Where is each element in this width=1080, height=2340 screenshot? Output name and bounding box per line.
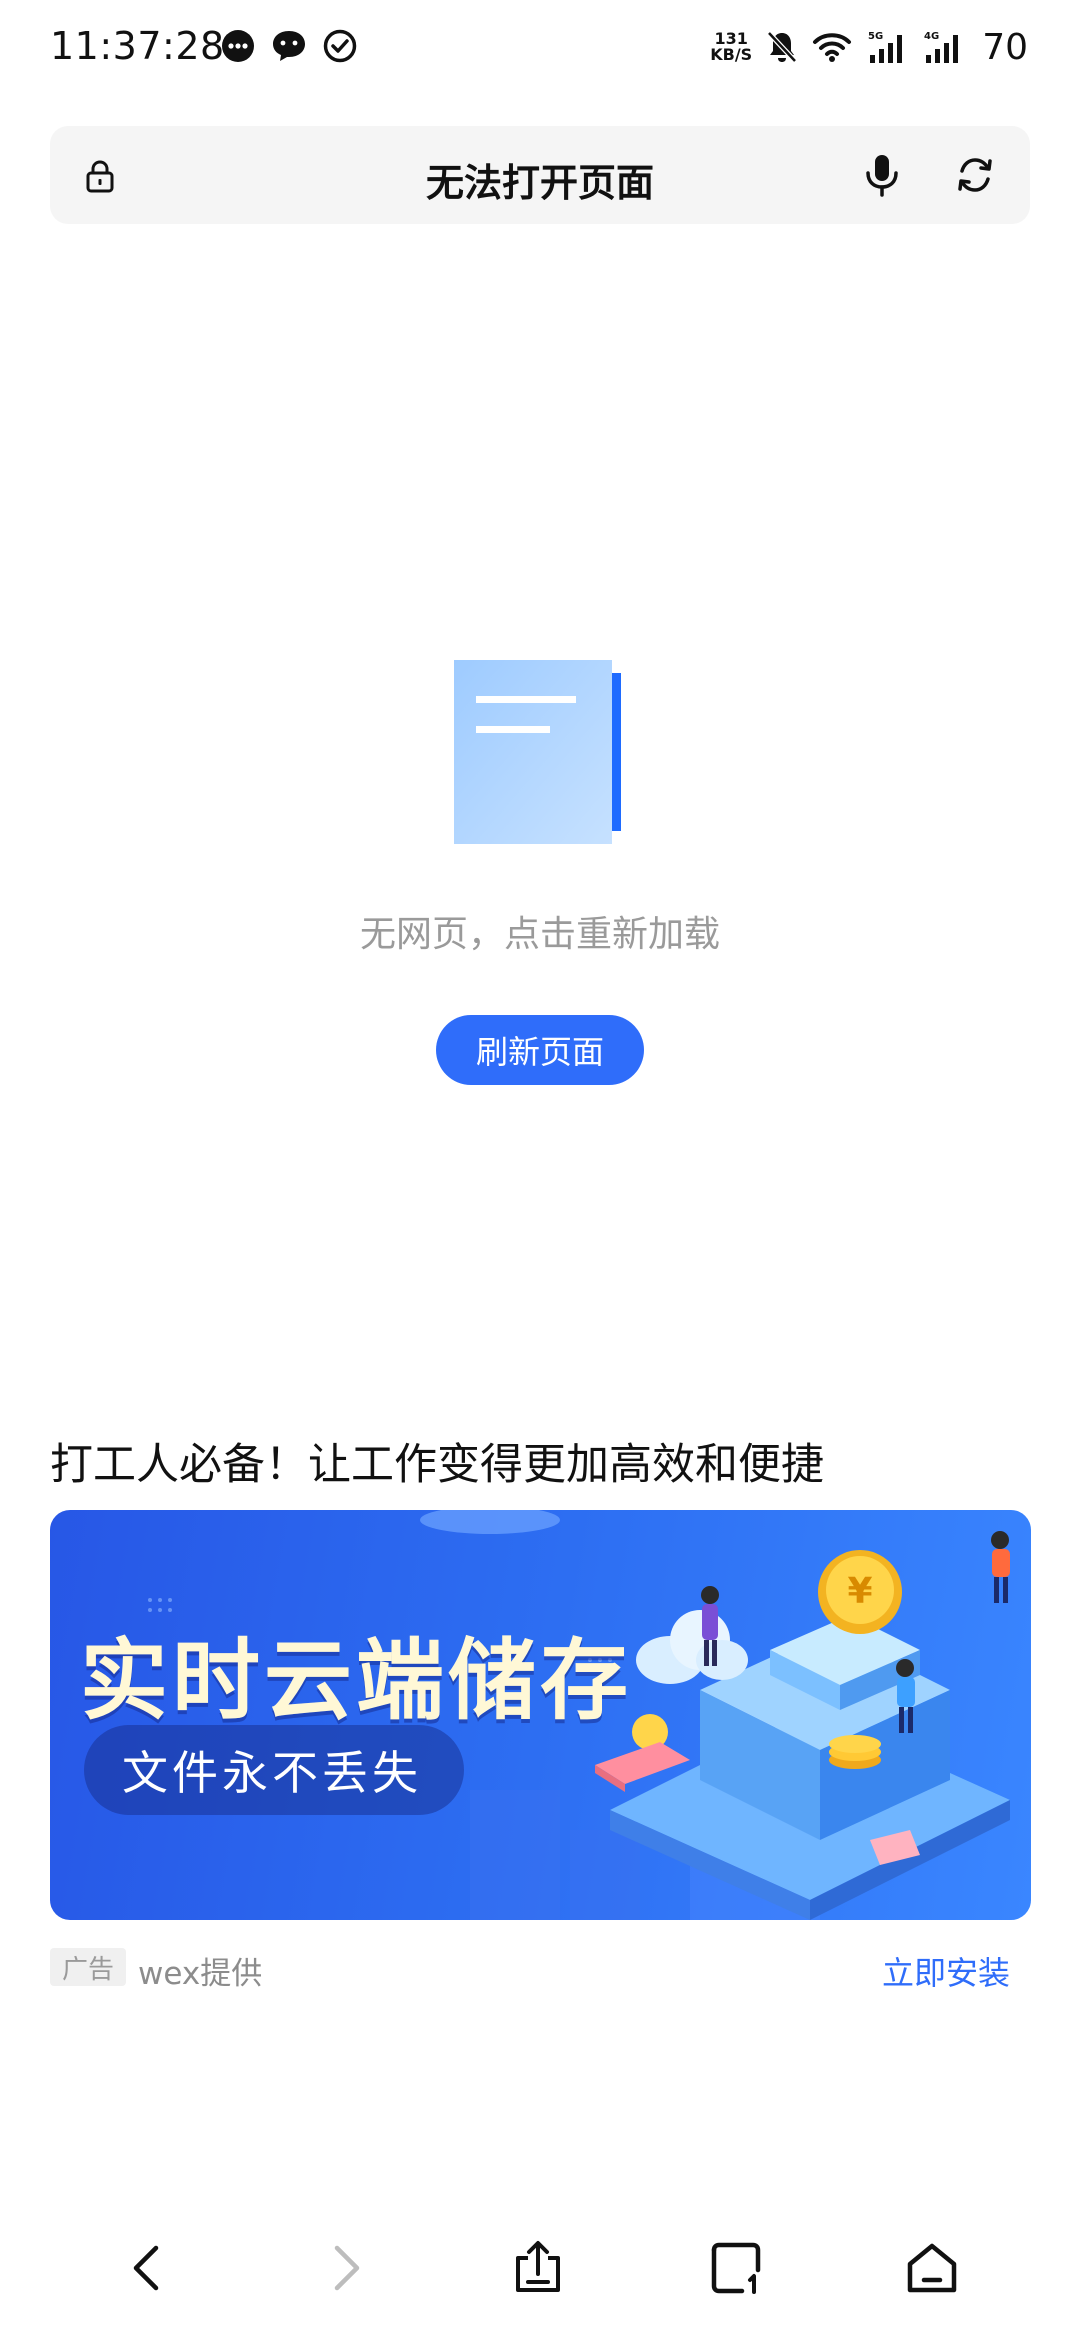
signal-icon: 5G	[868, 31, 903, 63]
svg-text:¥: ¥	[847, 1571, 872, 1612]
empty-page-icon	[454, 660, 621, 844]
signal-5g-label: 5G	[868, 31, 883, 42]
home-icon[interactable]	[902, 2238, 962, 2298]
forward-arrow-icon[interactable]	[315, 2238, 375, 2298]
network-speed-unit: KB/S	[710, 45, 753, 64]
status-time: 11:37:28	[50, 24, 225, 68]
ad-banner-title: 实时云端储存	[80, 1629, 633, 1732]
status-bar: 11:37:28 131 KB/S 5G 4G 70	[0, 0, 1080, 92]
share-icon[interactable]	[508, 2238, 568, 2298]
message-bubble-icon	[222, 30, 254, 62]
ad-provider: wex提供	[138, 1956, 263, 1992]
address-bar[interactable]: 无法打开页面	[50, 126, 1030, 224]
chat-icon	[273, 31, 305, 61]
ad-banner-subtitle: 文件永不丢失	[84, 1725, 464, 1815]
status-right-group: 131 KB/S 5G 4G 70	[710, 22, 1028, 72]
microphone-icon[interactable]	[860, 152, 904, 198]
tabs-icon[interactable]	[706, 2238, 766, 2298]
back-arrow-icon[interactable]	[118, 2238, 178, 2298]
ad-footer: 广告 wex提供 立即安装	[50, 1946, 1010, 1992]
refresh-icon[interactable]	[954, 154, 996, 196]
wifi-icon	[813, 33, 852, 62]
ad-tag: 广告	[50, 1948, 126, 1986]
check-circle-icon	[323, 29, 357, 63]
signal-icon: 4G	[924, 31, 959, 63]
install-now-link[interactable]: 立即安装	[882, 1948, 1010, 1994]
bell-muted-icon	[767, 31, 798, 63]
refresh-page-button[interactable]: 刷新页面	[436, 1015, 644, 1085]
network-speed: 131 KB/S	[710, 31, 752, 63]
battery-level: 70	[982, 26, 1028, 68]
empty-state-message: 无网页，点击重新加载	[359, 914, 720, 955]
ad-headline[interactable]: 打工人必备！让工作变得更加高效和便捷	[50, 1430, 1030, 1492]
ad-banner[interactable]: ¥ 实时云端储存 文件永不丢失	[50, 1510, 1031, 1920]
bottom-navigation	[0, 2210, 1080, 2310]
signal-4g-label: 4G	[924, 31, 939, 42]
